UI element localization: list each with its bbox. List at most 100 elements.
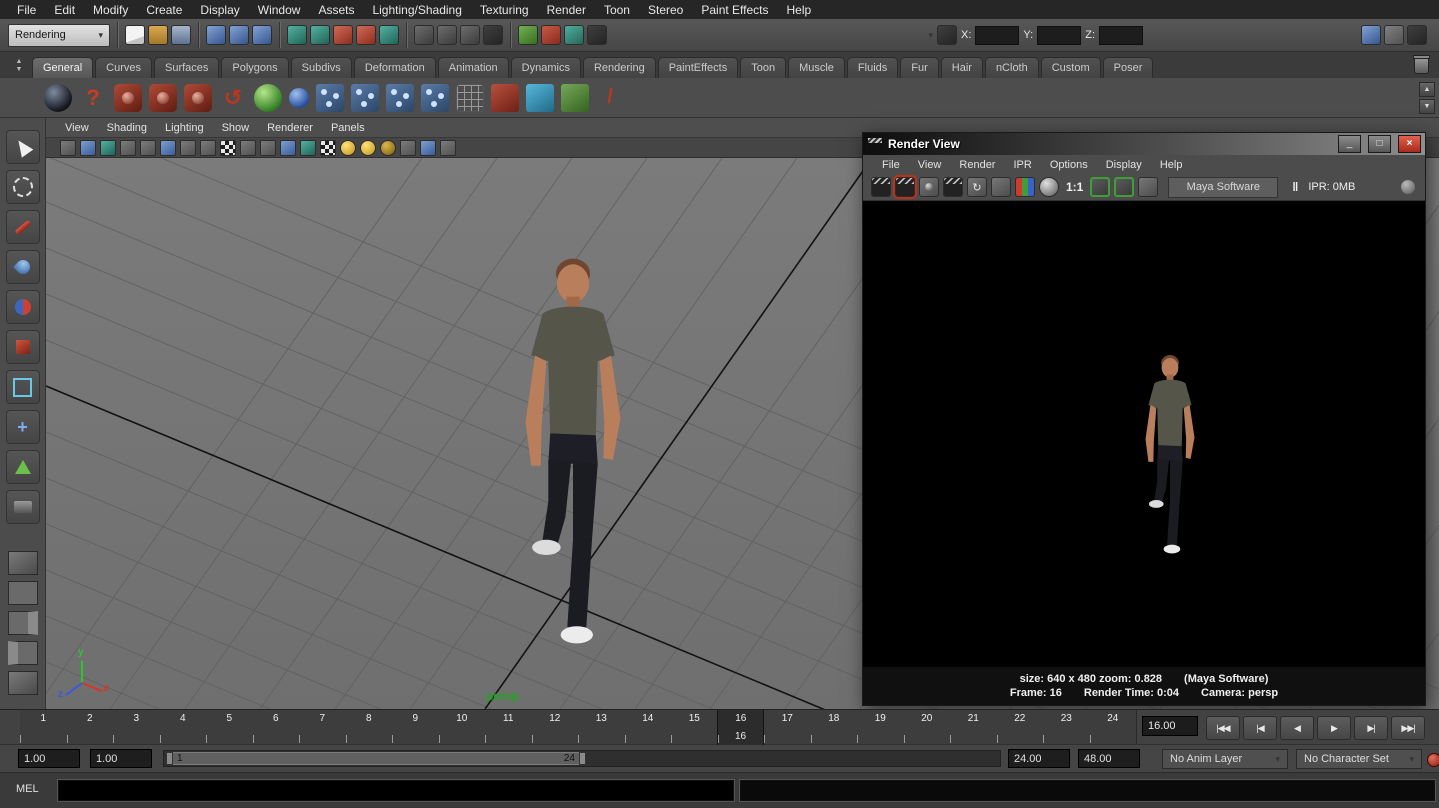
shelf-tab[interactable]: Polygons: [221, 57, 288, 78]
menu-item[interactable]: Toon: [595, 3, 639, 17]
output-connections-icon[interactable]: [437, 25, 457, 45]
menu-set-dropdown[interactable]: Rendering ▾: [8, 24, 110, 47]
scale-tool-icon[interactable]: [6, 330, 40, 364]
timeline-frame-cell[interactable]: 23: [1043, 710, 1090, 745]
renderer-selector[interactable]: Maya Software: [1168, 177, 1278, 198]
hypershade-node-icon[interactable]: [351, 84, 379, 112]
select-tool-icon[interactable]: [6, 130, 40, 164]
timeline-frame-cell[interactable]: 12: [532, 710, 579, 745]
auto-keyframe-icon[interactable]: [1427, 753, 1439, 767]
timeline-frame-cell[interactable]: 24: [1090, 710, 1137, 745]
scene-sphere-icon[interactable]: [44, 84, 72, 112]
menu-item[interactable]: Assets: [309, 3, 363, 17]
input-connections-icon[interactable]: [414, 25, 434, 45]
maximize-button[interactable]: □: [1368, 135, 1391, 153]
poly-group-icon[interactable]: [561, 84, 589, 112]
menu-item[interactable]: Modify: [84, 3, 137, 17]
playback-button[interactable]: ▶: [1317, 716, 1351, 740]
animation-start-input[interactable]: [18, 749, 80, 768]
paint-select-tool-icon[interactable]: [6, 210, 40, 244]
open-render-globals-icon[interactable]: [1114, 177, 1134, 197]
select-object-icon[interactable]: [229, 25, 249, 45]
time-slider-ticks[interactable]: 123456789101112131415161718192021222324: [20, 710, 1137, 745]
range-slider-bar[interactable]: 1 24: [166, 752, 586, 765]
range-slider-trough[interactable]: 1 24: [163, 750, 1001, 767]
resolution-gate-icon[interactable]: [160, 140, 176, 156]
snap-to-projected-center-icon[interactable]: [356, 25, 376, 45]
show-tool-settings-icon[interactable]: [1384, 25, 1404, 45]
character-model[interactable]: [478, 243, 668, 658]
open-scene-icon[interactable]: [148, 25, 168, 45]
character-set-dropdown[interactable]: No Character Set ▾: [1296, 749, 1422, 769]
zoom-one-to-one-icon[interactable]: 1:1: [1063, 180, 1086, 194]
timeline-frame-cell[interactable]: 10: [439, 710, 486, 745]
safe-title-icon[interactable]: [240, 140, 256, 156]
hypergraph-node-icon[interactable]: [316, 84, 344, 112]
wireframe-display-icon[interactable]: [260, 140, 276, 156]
shelf-tab[interactable]: Surfaces: [154, 57, 219, 78]
close-button[interactable]: ×: [1398, 135, 1421, 153]
soft-mod-tool-icon[interactable]: [6, 450, 40, 484]
paint-effects-panel-icon[interactable]: [587, 25, 607, 45]
timeline-frame-cell[interactable]: 15: [671, 710, 718, 745]
shelf-tab[interactable]: Custom: [1041, 57, 1101, 78]
timeline-frame-cell[interactable]: 16: [718, 710, 765, 745]
camera-aim-icon[interactable]: [149, 84, 177, 112]
menu-item[interactable]: Texturing: [471, 3, 538, 17]
menu-item[interactable]: Stereo: [639, 3, 692, 17]
blue-sphere-icon[interactable]: [289, 88, 309, 108]
mel-script-toggle[interactable]: MEL: [16, 783, 39, 795]
timeline-frame-cell[interactable]: 1: [20, 710, 67, 745]
x-input[interactable]: [975, 26, 1019, 45]
film-gate-icon[interactable]: [140, 140, 156, 156]
rendered-image-canvas[interactable]: [863, 201, 1425, 667]
menu-item[interactable]: Display: [191, 3, 248, 17]
timeline-frame-cell[interactable]: 6: [253, 710, 300, 745]
timeline-frame-cell[interactable]: 13: [578, 710, 625, 745]
show-channel-box-icon[interactable]: [1407, 25, 1427, 45]
panel-menu-item[interactable]: Shading: [98, 122, 156, 134]
panel-menu-item[interactable]: Panels: [322, 122, 374, 134]
move-axis-tool-icon[interactable]: +: [6, 410, 40, 444]
four-pane-layout-icon[interactable]: [8, 581, 38, 605]
timeline-frame-cell[interactable]: 20: [904, 710, 951, 745]
move-tool-icon[interactable]: [6, 290, 40, 324]
alpha-channel-icon[interactable]: [1039, 177, 1059, 197]
current-time-input[interactable]: [1142, 716, 1198, 736]
timeline-frame-cell[interactable]: 5: [206, 710, 253, 745]
playback-button[interactable]: |◀◀: [1206, 716, 1240, 740]
playback-button[interactable]: ◀: [1280, 716, 1314, 740]
help-icon[interactable]: ?: [79, 84, 107, 112]
universal-manipulator-icon[interactable]: [6, 370, 40, 404]
shelf-tab[interactable]: Hair: [941, 57, 983, 78]
snap-to-grid-icon[interactable]: [287, 25, 307, 45]
gate-mask-icon[interactable]: [180, 140, 196, 156]
isolate-select-icon[interactable]: [400, 140, 416, 156]
animation-end-input[interactable]: [1078, 749, 1140, 768]
shelf-tab[interactable]: PaintEffects: [658, 57, 739, 78]
ipr-render-frame-icon[interactable]: [943, 177, 963, 197]
shelf-tab[interactable]: Poser: [1103, 57, 1154, 78]
render-view-menu-item[interactable]: File: [873, 159, 909, 171]
timeline-frame-cell[interactable]: 18: [811, 710, 858, 745]
snap-to-curve-icon[interactable]: [310, 25, 330, 45]
smooth-shade-icon[interactable]: [280, 140, 296, 156]
redo-previous-render-icon[interactable]: [895, 177, 915, 197]
bookmark-icon[interactable]: [80, 140, 96, 156]
default-light-icon[interactable]: [360, 140, 376, 156]
locator-pin-icon[interactable]: [491, 84, 519, 112]
menu-item[interactable]: File: [8, 3, 45, 17]
textured-display-icon[interactable]: [320, 140, 336, 156]
panel-menu-item[interactable]: Show: [213, 122, 259, 134]
render-settings-icon[interactable]: [564, 25, 584, 45]
timeline-frame-cell[interactable]: 22: [997, 710, 1044, 745]
open-render-settings-icon[interactable]: [1090, 177, 1110, 197]
snap-to-view-plane-icon[interactable]: [379, 25, 399, 45]
timeline-frame-cell[interactable]: 7: [299, 710, 346, 745]
timeline-frame-cell[interactable]: 3: [113, 710, 160, 745]
timeline-frame-cell[interactable]: 21: [950, 710, 997, 745]
shelf-scroll-down-icon[interactable]: ▼: [1419, 99, 1435, 114]
new-scene-icon[interactable]: [125, 25, 145, 45]
range-start-handle[interactable]: [166, 752, 173, 765]
outliner-persp-layout-icon[interactable]: [8, 641, 38, 665]
